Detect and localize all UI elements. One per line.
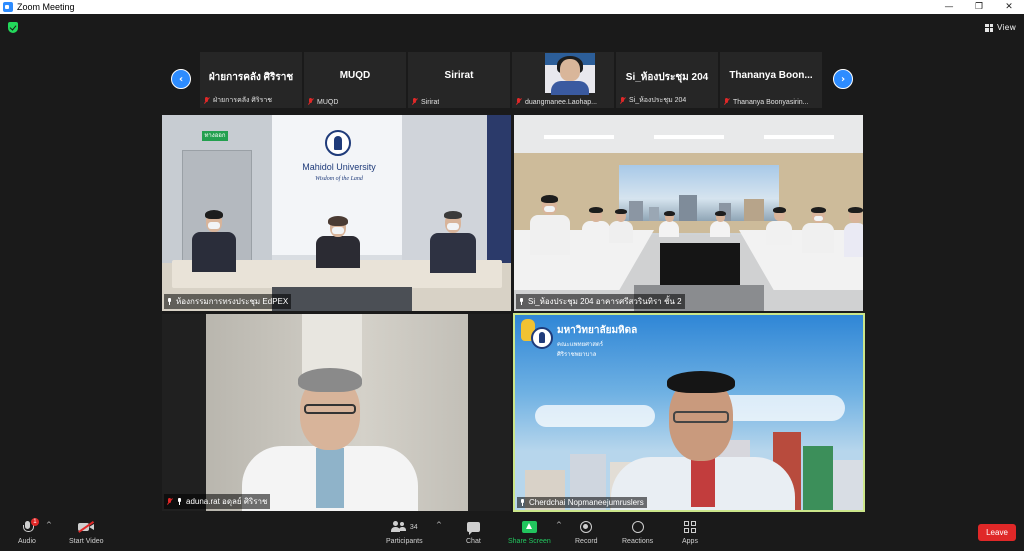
window-controls: — ❐ ✕: [934, 0, 1024, 14]
tile-name-label: Cherdchai Nopmaneejumruslers: [517, 497, 647, 508]
maximize-button[interactable]: ❐: [964, 0, 994, 14]
record-button[interactable]: Record: [575, 518, 598, 545]
participant-thumbnail[interactable]: duangmanee.Laohap...: [512, 52, 614, 108]
backdrop-subtitle: Wisdom of the Land: [315, 176, 363, 182]
participants-options-caret[interactable]: ^: [436, 521, 442, 529]
next-page-button[interactable]: ›: [833, 69, 853, 89]
muted-mic-icon: [619, 96, 626, 105]
record-icon: [580, 521, 593, 533]
participant-name: MUQD: [339, 70, 371, 81]
participant-label: MUQD: [307, 98, 338, 106]
notification-badge: 1: [30, 518, 39, 526]
university-seal-icon: [325, 130, 351, 156]
pin-icon: [166, 298, 173, 305]
muted-mic-icon: [723, 98, 730, 106]
participant-label: Si_ห้องประชุม 204: [619, 95, 686, 106]
muted-mic-icon: [203, 96, 210, 105]
window-title: Zoom Meeting: [17, 2, 75, 12]
participant-name: Si_ห้องประชุม 204: [625, 72, 709, 83]
exit-sign: ทางออก: [202, 131, 228, 141]
participant-label: Sirirat: [411, 98, 439, 106]
muted-mic-icon: [307, 98, 314, 106]
participant-count: 34: [409, 523, 418, 531]
chat-button[interactable]: Chat: [466, 518, 481, 545]
participant-video: [545, 53, 595, 95]
participant-name: ฝ่ายการคลัง ศิริราช: [208, 72, 294, 83]
meeting-toolbar: 1 Audio ^ Start Video 34 Participants ^ …: [0, 515, 1024, 551]
muted-mic-icon: [411, 98, 418, 106]
reactions-icon: [631, 521, 644, 533]
participant-label: duangmanee.Laohap...: [515, 98, 597, 106]
view-label: View: [997, 23, 1016, 32]
meeting-top-bar: View: [0, 14, 1024, 44]
muted-mic-icon: [166, 497, 173, 506]
leave-button[interactable]: Leave: [978, 524, 1016, 541]
grid-view-icon: [985, 23, 994, 32]
share-screen-button[interactable]: Share Screen: [508, 518, 551, 545]
organization-logo-text: มหาวิทยาลัยมหิดล คณะแพทยศาสตร์ ศิริราชพย…: [557, 325, 638, 358]
participant-label: ฝ่ายการคลัง ศิริราช: [203, 95, 272, 106]
video-tile[interactable]: aduna.rat อดุลย์ ศิริราช: [162, 314, 511, 511]
window-title-bar: Zoom Meeting — ❐ ✕: [0, 0, 1024, 14]
participant-thumbnail[interactable]: ฝ่ายการคลัง ศิริราช ฝ่ายการคลัง ศิริราช: [200, 52, 302, 108]
projection-screen: [619, 165, 779, 221]
tile-name-label: aduna.rat อดุลย์ ศิริราช: [164, 494, 271, 509]
participants-icon: [390, 521, 407, 533]
participant-thumbnail[interactable]: Si_ห้องประชุม 204 Si_ห้องประชุม 204: [616, 52, 718, 108]
security-shield-icon[interactable]: [8, 22, 18, 33]
muted-mic-icon: [515, 98, 522, 106]
participants-button[interactable]: 34 Participants: [386, 518, 423, 545]
university-seal-icon: [531, 327, 553, 349]
view-button[interactable]: View: [985, 23, 1016, 32]
participant-thumbnail[interactable]: Thananya Boon... Thananya Boonyasirin...: [720, 52, 822, 108]
participant-thumbnail-strip: ฝ่ายการคลัง ศิริราช ฝ่ายการคลัง ศิริราช …: [200, 52, 825, 108]
participant-thumbnail[interactable]: MUQD MUQD: [304, 52, 406, 108]
pin-icon: [519, 499, 526, 506]
participant-label: Thananya Boonyasirin...: [723, 98, 809, 106]
pin-icon: [176, 498, 183, 505]
chat-icon: [466, 522, 480, 535]
tile-name-label: Si_ห้องประชุม 204 อาคารศรีสวรินทิรา ชั้น…: [516, 294, 685, 309]
participant-thumbnail[interactable]: Sirirat Sirirat: [408, 52, 510, 108]
close-button[interactable]: ✕: [994, 0, 1024, 14]
participant-name: Sirirat: [444, 70, 474, 81]
pin-icon: [518, 298, 525, 305]
tile-name-label: ห้องกรรมการทรงประชุม EdPEX: [164, 294, 292, 309]
audio-button[interactable]: 1 Audio: [18, 518, 39, 545]
active-speaker-tile[interactable]: มหาวิทยาลัยมหิดล คณะแพทยศาสตร์ ศิริราชพย…: [513, 313, 865, 512]
apps-button[interactable]: Apps: [682, 518, 698, 545]
start-video-button[interactable]: Start Video: [69, 518, 104, 545]
video-off-icon: [78, 520, 95, 533]
minimize-button[interactable]: —: [934, 0, 964, 14]
share-screen-icon: [521, 521, 537, 533]
backdrop-title: Mahidol University: [302, 162, 376, 172]
apps-icon: [683, 521, 696, 533]
video-tile[interactable]: Si_ห้องประชุม 204 อาคารศรีสวรินทิรา ชั้น…: [514, 115, 863, 311]
audio-options-caret[interactable]: ^: [46, 521, 52, 529]
zoom-app-icon: [3, 2, 13, 12]
microphone-icon: [22, 521, 34, 533]
monitor: [660, 243, 740, 287]
video-tile[interactable]: ทางออก Mahidol University Wisdom of the …: [162, 115, 511, 311]
reactions-button[interactable]: Reactions: [622, 518, 653, 545]
share-options-caret[interactable]: ^: [556, 521, 562, 529]
participant-name: Thananya Boon...: [729, 70, 813, 81]
prev-page-button[interactable]: ‹: [171, 69, 191, 89]
